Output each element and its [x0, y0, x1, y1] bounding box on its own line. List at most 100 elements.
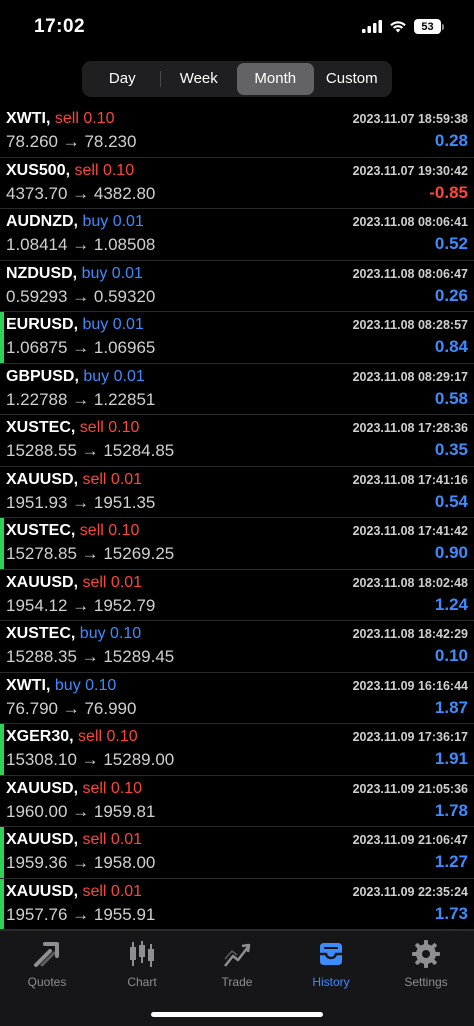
trade-row[interactable]: XWTI, buy 0.10 76.790 → 76.990 2023.11.09 … [0, 673, 474, 724]
trade-symbol: XAUUSD, [6, 470, 79, 488]
trade-profit: 0.58 [434, 388, 468, 408]
trade-profit: 1.78 [434, 800, 468, 820]
trade-prices: 15308.10 → 15289.00 [6, 750, 175, 769]
trade-datetime: 2023.11.08 17:28:36 [352, 421, 468, 435]
trade-symbol-line: AUDNZD, buy 0.01 [6, 213, 144, 231]
trade-row[interactable]: XAUUSD, sell 0.01 1959.36 → 1958.00 2023.1… [0, 827, 474, 879]
trade-action: buy 0.01 [83, 367, 145, 385]
trade-prices: 1954.12 → 1952.79 [6, 595, 156, 615]
tab-history[interactable]: History [291, 939, 371, 989]
trade-symbol: GBPUSD, [6, 367, 79, 385]
trade-profit: 0.26 [434, 285, 468, 305]
trade-prices: 1.06875 → 1.06965 [6, 338, 156, 357]
trade-action: sell 0.01 [82, 882, 143, 900]
trade-action: buy 0.01 [82, 316, 144, 333]
trade-prices: 0.59293 → 0.59320 [6, 286, 156, 306]
trade-row[interactable]: NZDUSD, buy 0.01 0.59293 → 0.59320 2023.11… [0, 261, 474, 312]
trade-row[interactable]: XUSTEC, sell 0.10 15278.85 → 15269.25 2023… [0, 518, 474, 570]
tab-quotes[interactable]: Quotes [7, 939, 87, 989]
trade-row[interactable]: XWTI, sell 0.10 78.260 → 78.230 2023.11.07… [0, 106, 474, 158]
trade-row[interactable]: XUSTEC, sell 0.10 15288.55 → 15284.85 2023… [0, 415, 474, 467]
trade-symbol-line: XWTI, buy 0.10 [6, 677, 116, 695]
segment-month[interactable]: Month [237, 63, 314, 95]
trade-symbol-line: NZDUSD, buy 0.01 [6, 265, 143, 283]
trade-row[interactable]: XAUUSD, sell 0.01 1951.93 → 1951.35 2023.1… [0, 467, 474, 518]
trade-symbol: NZDUSD, [6, 264, 78, 282]
trade-symbol: XAUUSD, [6, 882, 79, 900]
tab-trade-label: Trade [221, 975, 253, 989]
segment-week[interactable]: Week [161, 63, 238, 95]
trade-datetime: 2023.11.09 22:35:24 [352, 884, 468, 899]
trade-action: sell 0.01 [82, 573, 143, 591]
trade-prices: 15288.35 → 15289.45 [6, 647, 175, 666]
trade-prices: 1.22788 → 1.22851 [6, 389, 156, 409]
trade-prices: 15278.85 → 15269.25 [6, 544, 175, 563]
trade-datetime: 2023.11.08 17:41:16 [352, 472, 468, 487]
settings-icon [412, 940, 440, 968]
trade-row[interactable]: XUSTEC, buy 0.10 15288.35 → 15289.45 2023.… [0, 621, 474, 673]
trade-symbol-line: EURUSD, buy 0.01 [6, 316, 144, 334]
trade-datetime: 2023.11.08 08:28:57 [352, 318, 468, 332]
trade-row[interactable]: XAUUSD, sell 0.01 1954.12 → 1952.79 2023.1… [0, 570, 474, 621]
tab-trade[interactable]: Trade [197, 939, 277, 989]
trade-profit: 1.91 [434, 749, 468, 768]
trade-row[interactable]: EURUSD, buy 0.01 1.06875 → 1.06965 2023.11… [0, 312, 474, 364]
trade-row[interactable]: GBPUSD, buy 0.01 1.22788 → 1.22851 2023.11… [0, 364, 474, 415]
segment-custom[interactable]: Custom [314, 63, 391, 95]
trade-action: sell 0.10 [79, 419, 140, 436]
trade-symbol: XUS500, [6, 161, 71, 179]
trade-symbol: EURUSD, [6, 316, 79, 333]
trade-datetime: 2023.11.08 08:29:17 [352, 369, 468, 384]
tab-chart-label: Chart [127, 975, 157, 989]
trade-action: buy 0.10 [79, 625, 142, 642]
trade-row[interactable]: XUS500, sell 0.10 4373.70 → 4382.80 2023.1… [0, 158, 474, 209]
segment-day[interactable]: Day [84, 63, 161, 95]
trade-prices: 1957.76 → 1955.91 [6, 904, 156, 924]
trade-profit: 1.24 [434, 594, 468, 614]
trade-symbol: AUDNZD, [6, 213, 78, 230]
home-indicator [151, 1012, 323, 1017]
trade-prices: 1960.00 → 1959.81 [6, 801, 156, 821]
trade-prices: 1.08414 → 1.08508 [6, 235, 156, 254]
trade-profit: -0.85 [429, 182, 468, 202]
trade-symbol: XUSTEC, [6, 522, 76, 539]
trade-datetime: 2023.11.07 19:30:42 [352, 163, 468, 178]
trade-row[interactable]: XAUUSD, sell 0.01 1957.76 → 1955.91 2023.1… [0, 878, 474, 930]
trade-profit: 0.35 [434, 440, 468, 459]
trade-action: sell 0.10 [82, 779, 143, 797]
trade-action: sell 0.01 [82, 831, 143, 848]
wifi-icon [390, 21, 406, 33]
trade-profit: 1.87 [434, 697, 468, 717]
trade-datetime: 2023.11.09 21:06:47 [352, 833, 468, 847]
trade-row[interactable]: XAUUSD, sell 0.10 1960.00 → 1959.81 2023.1… [0, 776, 474, 827]
trade-symbol-line: XUSTEC, sell 0.10 [6, 522, 139, 540]
history-icon [320, 943, 342, 965]
trade-symbol: XGER30, [6, 728, 74, 745]
trade-row[interactable]: AUDNZD, buy 0.01 1.08414 → 1.08508 2023.11… [0, 209, 474, 261]
battery-tip [442, 23, 444, 30]
status-bar: 17:02 53 [0, 0, 474, 56]
chart-icon [130, 941, 154, 967]
trade-row[interactable]: XGER30, sell 0.10 15308.10 → 15289.00 2023… [0, 724, 474, 776]
trade-profit: 1.27 [434, 852, 468, 871]
trade-profit: 0.84 [434, 337, 468, 356]
trade-datetime: 2023.11.09 17:36:17 [352, 730, 468, 744]
period-segmented-control: Day Week Month Custom [82, 61, 392, 97]
tab-settings[interactable]: Settings [386, 939, 466, 989]
trade-action: sell 0.10 [54, 110, 115, 127]
trade-prices: 1951.93 → 1951.35 [6, 492, 156, 512]
trade-symbol: XUSTEC, [6, 625, 76, 642]
battery-icon: 53 [414, 19, 441, 34]
trade-symbol-line: XAUUSD, sell 0.01 [6, 574, 142, 592]
trade-action: sell 0.10 [78, 728, 138, 745]
tab-chart[interactable]: Chart [102, 939, 182, 989]
trade-action: buy 0.01 [81, 264, 143, 282]
trade-datetime: 2023.11.08 18:42:29 [352, 627, 468, 641]
cellular-signal-icon [362, 20, 382, 33]
trade-profit: 0.10 [434, 646, 468, 665]
trade-prices: 1959.36 → 1958.00 [6, 853, 156, 872]
tab-history-label: History [312, 975, 350, 989]
trade-symbol-line: XUSTEC, sell 0.10 [6, 419, 139, 437]
trade-symbol: XAUUSD, [6, 779, 79, 797]
trade-symbol: XAUUSD, [6, 831, 79, 848]
